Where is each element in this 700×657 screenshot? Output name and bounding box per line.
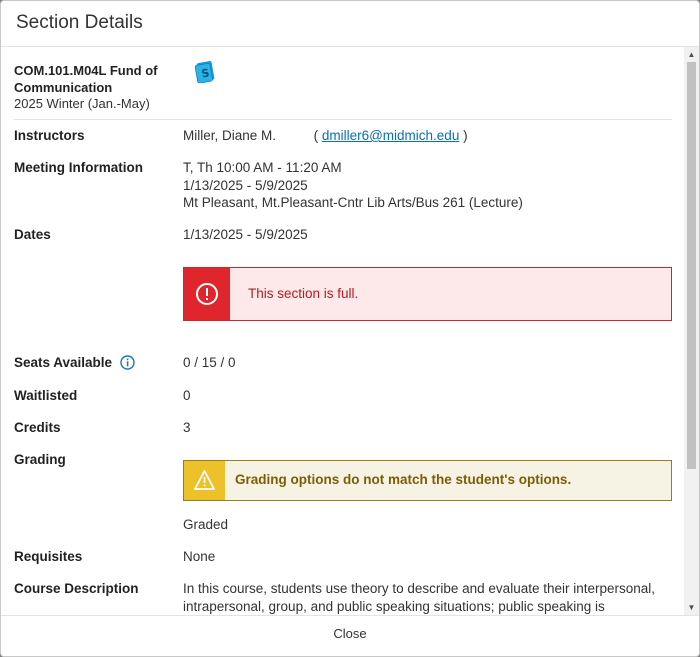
email-paren-close: ) <box>463 128 468 143</box>
dialog-footer: Close <box>1 615 699 656</box>
seats-label: Seats Available <box>14 355 113 370</box>
requisites-value: None <box>183 549 216 564</box>
instructors-label: Instructors <box>14 128 85 143</box>
dialog-body[interactable]: COM.101.M04L Fund of Communication 2025 … <box>1 47 699 615</box>
dates-label: Dates <box>14 227 51 242</box>
course-header: COM.101.M04L Fund of Communication 2025 … <box>14 47 672 120</box>
description-line: intrapersonal, group, and public speakin… <box>183 598 605 614</box>
dates-value: 1/13/2025 - 5/9/2025 <box>183 227 308 242</box>
scroll-down-arrow-icon[interactable]: ▼ <box>684 600 699 615</box>
email-paren-open: ( <box>313 128 319 143</box>
section-full-message: This section is full. <box>248 286 359 301</box>
vertical-scrollbar[interactable]: ▲ ▼ <box>684 47 699 615</box>
section-details-dialog: Section Details COM.101.M04L Fund of Com… <box>0 0 700 657</box>
meeting-location: Mt Pleasant, Mt.Pleasant-Cntr Lib Arts/B… <box>183 195 523 210</box>
meeting-days-time: T, Th 10:00 AM - 11:20 AM <box>183 160 342 175</box>
warning-icon-box <box>184 461 225 500</box>
section-full-alert: This section is full. <box>183 267 672 321</box>
description-value: In this course, students use theory to d… <box>183 580 672 615</box>
description-label: Course Description <box>14 581 139 596</box>
grading-value: Graded <box>183 517 229 532</box>
dialog-title: Section Details <box>16 12 143 33</box>
seats-value: 0 / 15 / 0 <box>183 355 236 370</box>
instructors-value: Miller, Diane M. ( dmiller6@midmich.edu … <box>183 127 672 145</box>
waitlisted-label: Waitlisted <box>14 388 78 403</box>
warning-triangle-icon <box>194 470 215 490</box>
credits-value: 3 <box>183 420 191 435</box>
dialog-header: Section Details <box>1 1 699 47</box>
course-title: COM.101.M04L Fund of Communication <box>14 63 158 95</box>
description-line: In this course, students use theory to d… <box>183 581 656 596</box>
grading-warning-message: Grading options do not match the student… <box>235 472 572 487</box>
course-term: 2025 Winter (Jan.-May) <box>14 96 150 111</box>
requisites-label: Requisites <box>14 549 83 564</box>
meeting-label: Meeting Information <box>14 160 143 175</box>
meeting-dates: 1/13/2025 - 5/9/2025 <box>183 177 308 193</box>
credits-label: Credits <box>14 420 61 435</box>
instructor-name: Miller, Diane M. <box>183 128 277 143</box>
meeting-value: T, Th 10:00 AM - 11:20 AM 1/13/2025 - 5/… <box>183 159 672 212</box>
close-button[interactable]: Close <box>333 626 366 641</box>
grading-label: Grading <box>14 452 66 467</box>
scroll-thumb[interactable] <box>687 62 696 469</box>
grading-warning-alert: Grading options do not match the student… <box>183 460 672 501</box>
alert-icon-box <box>184 268 230 320</box>
scroll-up-arrow-icon[interactable]: ▲ <box>684 47 699 62</box>
section-content: COM.101.M04L Fund of Communication 2025 … <box>14 47 672 614</box>
info-icon[interactable] <box>120 355 135 375</box>
waitlisted-value: 0 <box>183 388 191 403</box>
instructor-email-link[interactable]: dmiller6@midmich.edu <box>322 128 460 143</box>
seats-label-wrap: Seats Available <box>14 354 179 375</box>
textbook-icon[interactable]: S <box>194 61 215 84</box>
error-circle-icon <box>196 283 218 305</box>
